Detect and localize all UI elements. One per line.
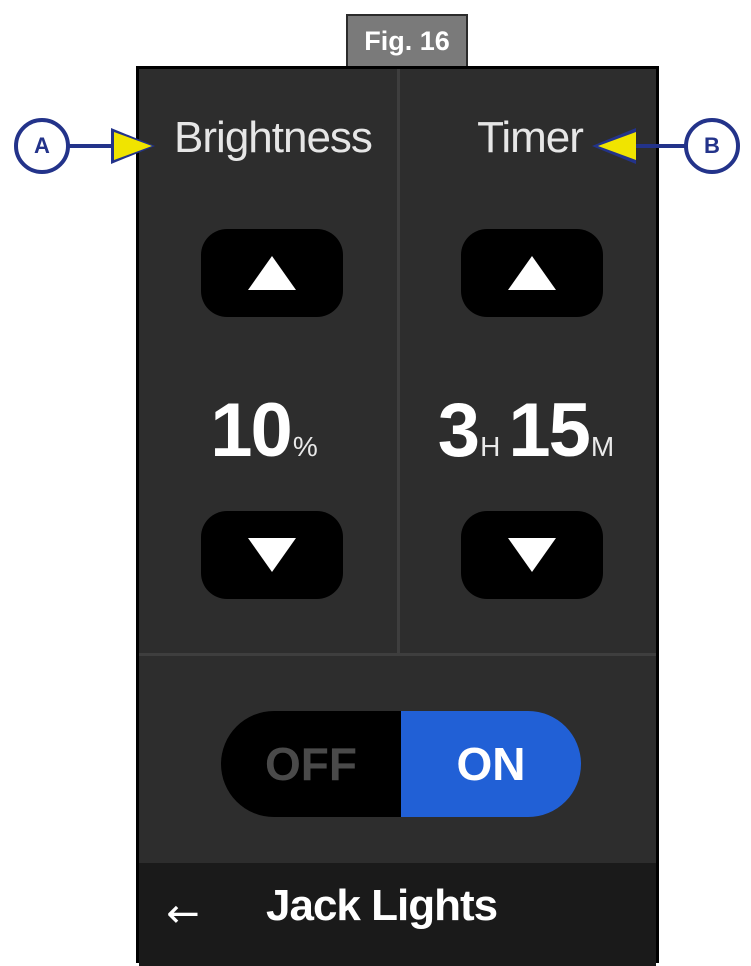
brightness-value: 10 % (139, 387, 397, 474)
arrow-down-icon (248, 538, 296, 572)
timer-hours: 3 (437, 388, 480, 473)
timer-value: 3 H 15 M (401, 387, 659, 474)
callout-a: A (14, 118, 70, 174)
footer-bar: ← Jack Lights (139, 863, 656, 966)
timer-decrease-button[interactable] (461, 511, 603, 599)
arrow-up-icon (248, 256, 296, 290)
figure-label: Fig. 16 (346, 14, 468, 66)
timer-hours-unit: H (480, 431, 501, 462)
timer-increase-button[interactable] (461, 229, 603, 317)
section-divider (139, 653, 656, 656)
timer-minutes-unit: M (590, 431, 615, 462)
device-screen: Brightness Timer 10 % 3 H 15 M OFF ON ← … (136, 66, 659, 966)
callout-a-pointer-icon (114, 132, 152, 160)
brightness-increase-button[interactable] (201, 229, 343, 317)
page-title: Jack Lights (266, 881, 498, 930)
toggle-off-option[interactable]: OFF (221, 711, 401, 817)
callout-b: B (684, 118, 740, 174)
column-divider (397, 69, 400, 653)
brightness-unit: % (292, 431, 318, 462)
brightness-number: 10 (210, 388, 293, 473)
brightness-title: Brightness (174, 113, 373, 162)
arrow-down-icon (508, 538, 556, 572)
arrow-up-icon (508, 256, 556, 290)
power-toggle[interactable]: OFF ON (221, 711, 581, 817)
callout-b-pointer-icon (598, 132, 636, 160)
callout-b-line (636, 144, 686, 148)
timer-minutes: 15 (508, 388, 591, 473)
back-arrow-icon[interactable]: ← (163, 889, 203, 939)
toggle-on-option[interactable]: ON (401, 711, 581, 817)
brightness-decrease-button[interactable] (201, 511, 343, 599)
